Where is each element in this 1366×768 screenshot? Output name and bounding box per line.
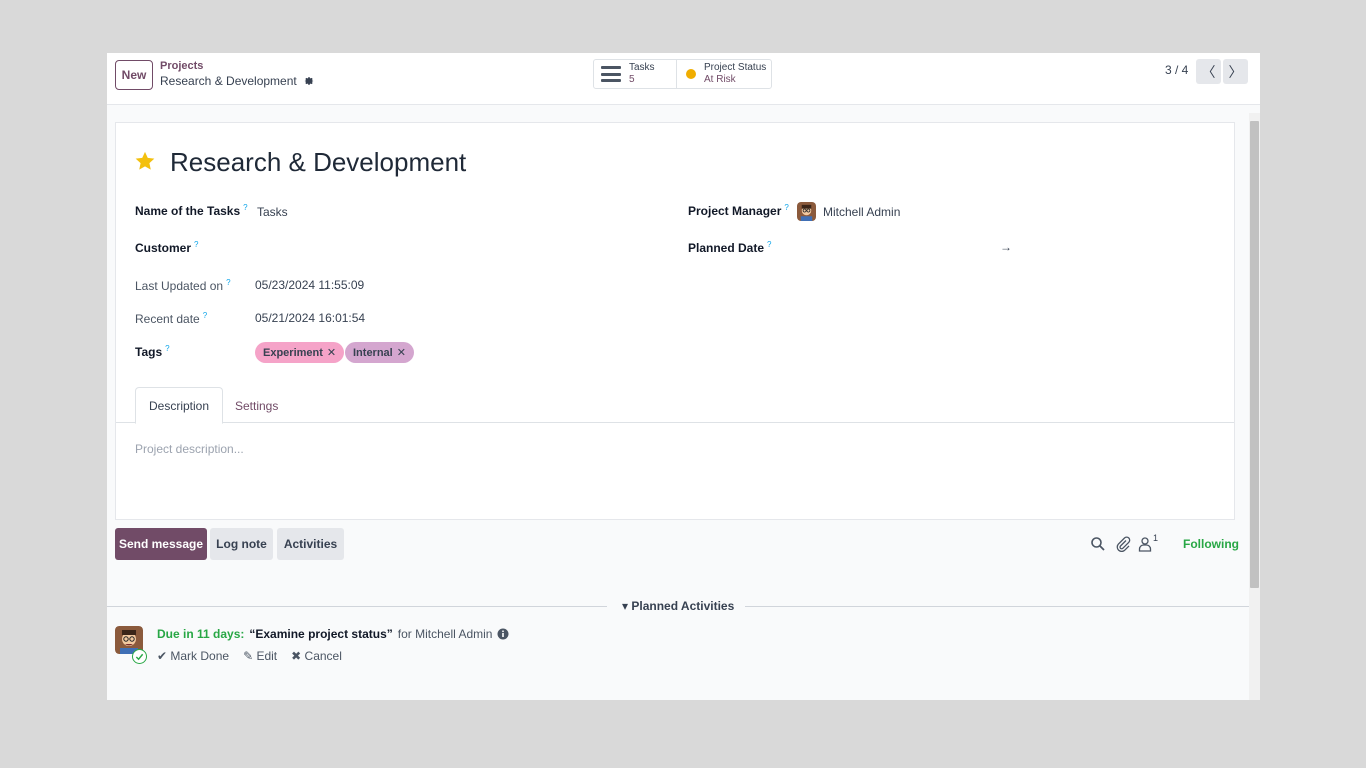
activity-assignee: for Mitchell Admin [397, 627, 493, 641]
last-updated-label: Last Updated on? [135, 278, 231, 293]
project-status-smart-button[interactable]: Project Status At Risk [676, 59, 772, 89]
project-title[interactable]: Research & Development [170, 147, 466, 178]
project-status-value: At Risk [704, 74, 736, 85]
gear-icon[interactable] [303, 75, 315, 87]
tag-internal[interactable]: Internal ✕ [345, 342, 414, 363]
info-icon[interactable] [497, 628, 509, 640]
mark-done-button[interactable]: ✔ Mark Done [157, 649, 229, 663]
tasks-smart-button[interactable]: Tasks 5 [593, 59, 677, 89]
tag-experiment[interactable]: Experiment ✕ [255, 342, 345, 363]
recent-date-label: Recent date? [135, 311, 208, 326]
planned-activities-toggle[interactable]: ▾ Planned Activities [622, 599, 734, 613]
form-view-window: New Projects Research & Development Task… [107, 53, 1260, 700]
tasks-smart-label: Tasks [629, 62, 655, 73]
last-updated-value: 05/23/2024 11:55:09 [255, 278, 365, 292]
star-icon[interactable] [134, 150, 156, 172]
followers-count: 1 [1153, 533, 1159, 543]
avatar-icon [797, 202, 816, 221]
pager-next-button[interactable]: 〉 [1223, 59, 1248, 84]
project-status-label: Project Status [704, 62, 767, 73]
tab-description[interactable]: Description [135, 387, 223, 424]
edit-activity-button[interactable]: ✎ Edit [243, 649, 277, 663]
breadcrumb-current: Research & Development [160, 74, 315, 88]
project-manager-label: Project Manager? [688, 203, 789, 218]
scrollbar-thumb[interactable] [1250, 121, 1259, 588]
send-message-button[interactable]: Send message [115, 528, 207, 560]
name-of-tasks-value[interactable]: Tasks [257, 205, 288, 219]
project-manager-value[interactable]: Mitchell Admin [823, 205, 900, 219]
cancel-activity-button[interactable]: ✖ Cancel [291, 649, 342, 663]
paperclip-icon[interactable] [1115, 536, 1131, 552]
activity-type-icon [132, 649, 147, 664]
pager-value[interactable]: 3 / 4 [1165, 63, 1188, 77]
name-of-tasks-label: Name of the Tasks? [135, 203, 248, 218]
breadcrumb-projects[interactable]: Projects [160, 60, 203, 72]
tab-settings[interactable]: Settings [235, 387, 278, 424]
description-editor[interactable]: Project description... [135, 442, 244, 456]
tag-remove-icon[interactable]: ✕ [397, 346, 406, 359]
activity-summary: Due in 11 days: “Examine project status”… [157, 627, 509, 641]
log-note-button[interactable]: Log note [210, 528, 273, 560]
search-icon[interactable] [1090, 536, 1106, 552]
activity-due: Due in 11 days: [157, 627, 245, 641]
control-panel: New Projects Research & Development Task… [107, 53, 1260, 105]
tag-remove-icon[interactable]: ✕ [327, 346, 336, 359]
activity-actions: ✔ Mark Done ✎ Edit ✖ Cancel [157, 649, 342, 663]
activities-button[interactable]: Activities [277, 528, 344, 560]
pager-prev-button[interactable]: 〈 [1196, 59, 1221, 84]
recent-date-value: 05/21/2024 16:01:54 [255, 311, 366, 325]
notebook-tabs: Description Settings [116, 385, 1234, 424]
followers-icon[interactable] [1137, 536, 1153, 552]
date-range-arrow-icon: → [1000, 240, 1012, 254]
tasks-smart-count: 5 [629, 74, 635, 85]
following-button[interactable]: Following [1183, 537, 1239, 551]
status-dot-icon [686, 69, 696, 79]
planned-date-label: Planned Date? [688, 240, 772, 255]
separator [107, 606, 607, 607]
breadcrumb-current-label: Research & Development [160, 74, 297, 88]
separator [745, 606, 1249, 607]
check-icon [135, 653, 144, 661]
form-sheet: Research & Development Name of the Tasks… [115, 122, 1235, 520]
tags-label: Tags? [135, 344, 170, 359]
new-button[interactable]: New [115, 60, 153, 90]
tasks-icon [601, 66, 621, 82]
activity-title: “Examine project status” [249, 627, 393, 641]
customer-label: Customer? [135, 240, 199, 255]
